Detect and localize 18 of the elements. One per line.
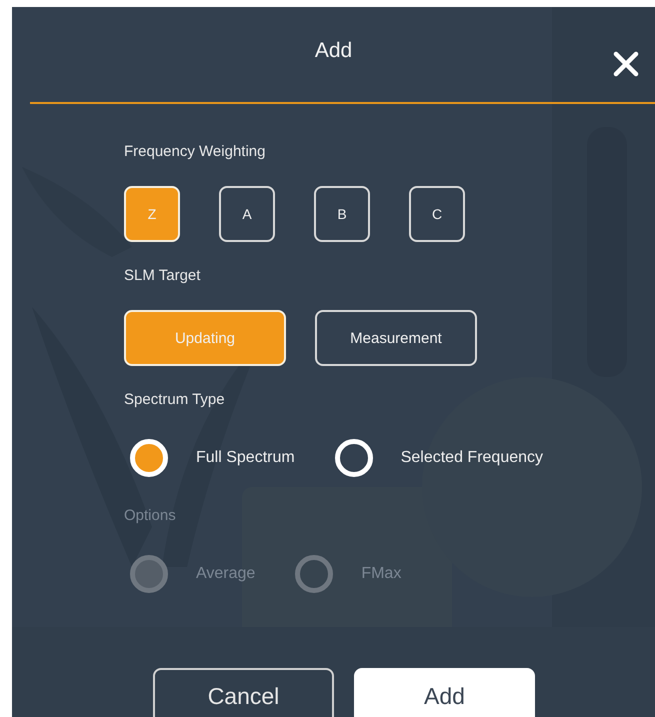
weighting-button[interactable]: B (314, 186, 370, 242)
radio-label: Full Spectrum (196, 449, 295, 467)
section-label: Options (124, 506, 176, 526)
close-icon[interactable] (613, 51, 639, 77)
radio-label: Average (196, 565, 256, 583)
weighting-button[interactable]: A (219, 186, 275, 242)
section-label: Spectrum Type (124, 390, 225, 410)
add-button[interactable]: Add (354, 668, 535, 717)
section-label: Frequency Weighting (124, 142, 266, 162)
radio-option[interactable]: Full Spectrum (130, 439, 295, 477)
dialog-title: Add (314, 38, 352, 62)
radio-label: Selected Frequency (400, 449, 544, 467)
target-button[interactable]: Measurement (315, 310, 477, 366)
section-label: SLM Target (124, 266, 200, 286)
radio-label: FMax (361, 565, 402, 583)
radio-option[interactable]: Selected Frequency (334, 439, 544, 477)
weighting-button[interactable]: C (409, 186, 465, 242)
cancel-button[interactable]: Cancel (153, 668, 334, 717)
